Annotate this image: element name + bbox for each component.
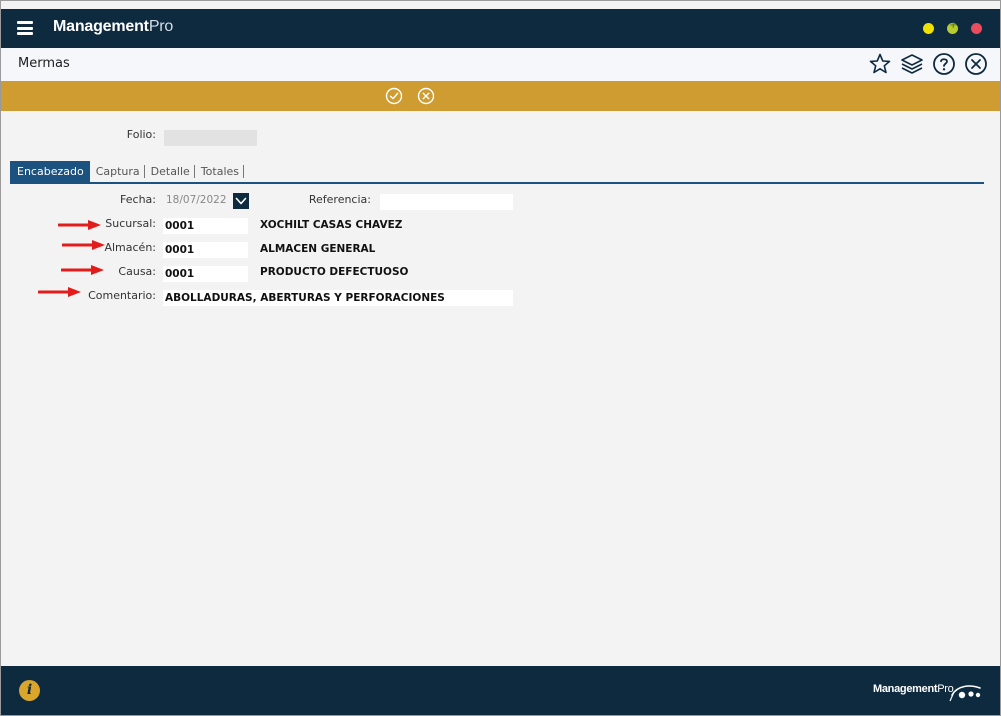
hamburger-menu-icon[interactable] <box>17 21 33 35</box>
folio-label: Folio: <box>126 128 156 141</box>
brand-name-bold: Management <box>53 18 149 35</box>
app-window: ManagementPro Mermas <box>0 0 1001 716</box>
comentario-label: Comentario: <box>88 289 156 302</box>
app-header: ManagementPro <box>1 9 1000 48</box>
folio-field <box>164 130 257 146</box>
page-title: Mermas <box>18 56 70 71</box>
almacen-code-input[interactable]: 0001 <box>163 242 248 258</box>
action-toolbar <box>1 81 1000 111</box>
sucursal-code-input[interactable]: 0001 <box>163 218 248 234</box>
causa-label: Causa: <box>118 265 156 278</box>
sucursal-description: XOCHILT CASAS CHAVEZ <box>260 219 403 231</box>
almacen-description: ALMACEN GENERAL <box>260 243 376 255</box>
tab-underline <box>10 182 984 184</box>
footer-brand: ManagementPro <box>873 683 954 695</box>
causa-description: PRODUCTO DEFECTUOSO <box>260 266 409 278</box>
tab-totales[interactable]: Totales <box>195 161 245 182</box>
referencia-label: Referencia: <box>308 193 371 206</box>
accept-button[interactable] <box>385 87 403 105</box>
close-window-button[interactable] <box>971 23 982 34</box>
tab-captura[interactable]: Captura <box>90 161 145 182</box>
star-icon[interactable] <box>868 52 892 76</box>
tab-detalle[interactable]: Detalle <box>145 161 195 182</box>
info-icon[interactable]: i <box>19 680 40 701</box>
tab-bar: Encabezado Captura Detalle Totales <box>10 161 245 183</box>
minimize-window-button[interactable] <box>923 23 934 34</box>
app-brand: ManagementPro <box>53 18 173 36</box>
footer-brand-bold: Management <box>873 683 938 695</box>
close-icon[interactable] <box>964 52 988 76</box>
date-picker-button[interactable] <box>233 193 249 209</box>
almacen-label: Almacén: <box>104 241 156 254</box>
company-logo-icon <box>949 685 981 702</box>
layers-icon[interactable] <box>900 52 924 76</box>
brand-name-light: Pro <box>148 18 174 35</box>
page-title-bar: Mermas <box>1 48 1000 81</box>
fecha-value: 18/07/2022 <box>166 194 227 206</box>
app-footer: i ManagementPro <box>1 666 1000 715</box>
comentario-input[interactable]: ABOLLADURAS, ABERTURAS Y PERFORACIONES <box>163 290 513 306</box>
title-actions <box>868 52 988 76</box>
referencia-input[interactable] <box>380 194 513 210</box>
sucursal-label: Sucursal: <box>105 217 156 230</box>
tab-encabezado[interactable]: Encabezado <box>10 161 90 183</box>
causa-code-input[interactable]: 0001 <box>163 266 248 282</box>
cancel-button[interactable] <box>417 87 435 105</box>
help-icon[interactable] <box>932 52 956 76</box>
maximize-window-button[interactable] <box>947 20 958 34</box>
fecha-label: Fecha: <box>120 193 156 206</box>
